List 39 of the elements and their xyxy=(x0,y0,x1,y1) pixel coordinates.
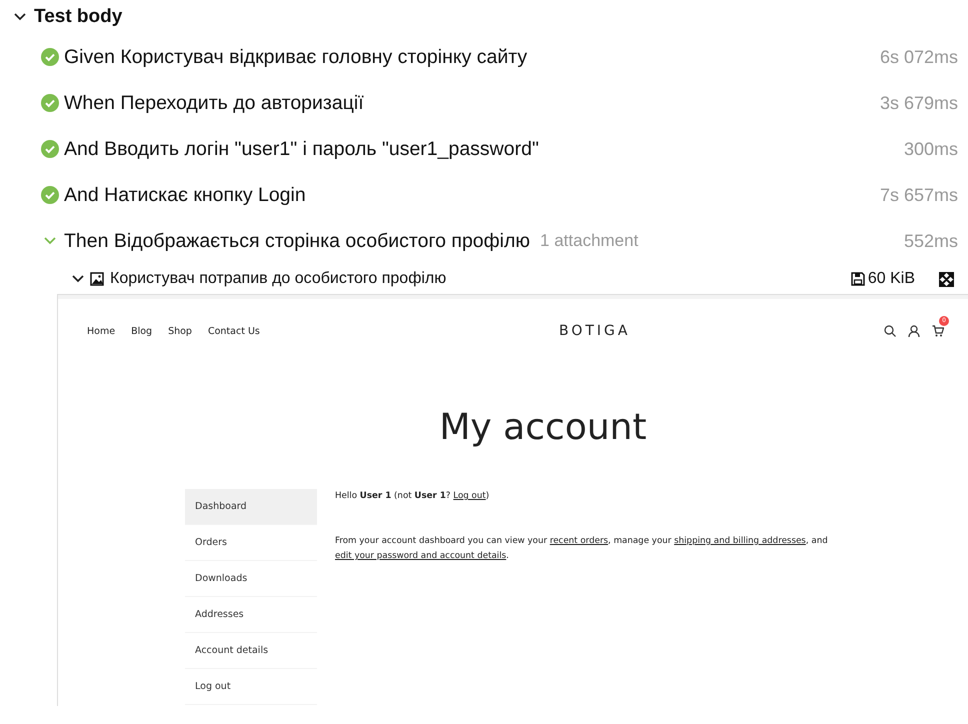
nav-link[interactable]: Shop xyxy=(168,326,192,336)
account-menu-item[interactable]: Addresses xyxy=(185,597,317,633)
text-link[interactable]: recent orders xyxy=(550,536,608,546)
cart-icon[interactable] xyxy=(932,324,944,336)
step-title[interactable]: And Натискає кнопку Login xyxy=(64,184,306,206)
step-title[interactable]: When Переходить до авторизації xyxy=(64,92,364,114)
text-link[interactable]: edit your password and account details xyxy=(335,551,506,561)
step-title[interactable]: Then Відображається сторінка особистого профілю xyxy=(64,230,530,252)
chevron-down-icon[interactable] xyxy=(14,13,26,21)
search-icon[interactable] xyxy=(884,325,896,337)
text-link[interactable]: Log out xyxy=(453,491,486,501)
nav-link[interactable]: Home xyxy=(87,326,116,336)
chevron-down-icon[interactable] xyxy=(72,275,84,283)
section-title[interactable]: Test body xyxy=(34,6,122,28)
site-logo[interactable]: BOTIGA xyxy=(559,323,630,339)
step-duration: 300ms xyxy=(904,138,958,160)
step-duration: 3s 679ms xyxy=(880,92,958,114)
step-duration: 7s 657ms xyxy=(880,184,958,206)
step-duration: 552ms xyxy=(904,230,958,252)
user-icon[interactable] xyxy=(908,325,920,337)
account-menu-item[interactable]: Account details xyxy=(185,633,317,669)
step-title[interactable]: Given Користувач відкриває головну сторінку сайту xyxy=(64,46,528,68)
account-menu-item[interactable]: Log out xyxy=(185,669,317,705)
step-duration: 6s 072ms xyxy=(880,46,958,68)
attachment-size: 60 KiB xyxy=(868,270,915,288)
text-link[interactable]: shipping and billing addresses xyxy=(674,536,806,546)
page-heading: My account xyxy=(438,407,648,450)
image-icon xyxy=(90,272,104,286)
account-menu-item[interactable]: Dashboard xyxy=(185,489,317,525)
nav-link[interactable]: Contact Us xyxy=(208,326,260,336)
attachment-title[interactable]: Користувач потрапив до особистого профілю xyxy=(110,270,845,288)
greeting-text: Hello User 1 (not User 1? Log out) xyxy=(335,490,490,503)
attachment-count: 1 attachment xyxy=(540,231,638,251)
nav-link[interactable]: Blog xyxy=(131,326,152,336)
fullscreen-icon[interactable] xyxy=(939,272,954,286)
step-title[interactable]: And Вводить логін "user1" і пароль "user1_password" xyxy=(64,138,539,160)
intro-paragraph: From your account dashboard you can view your recent orders, manage your shipping and billing addresses, and edit your password and account details. xyxy=(335,535,829,563)
account-menu-item[interactable]: Orders xyxy=(185,525,317,561)
account-menu-item[interactable]: Downloads xyxy=(185,561,317,597)
